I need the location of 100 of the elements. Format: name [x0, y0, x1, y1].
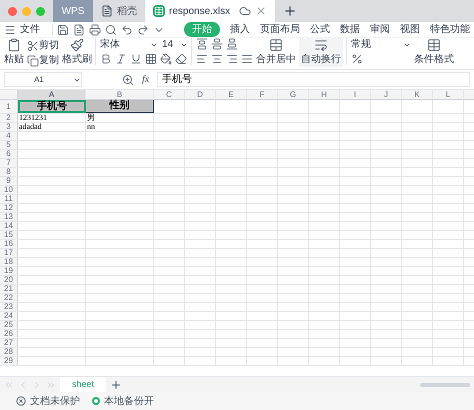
new-tab-icon[interactable] — [283, 4, 297, 18]
align-bottom-icon[interactable] — [226, 38, 238, 50]
ribbon-tab[interactable]: 数据 — [340, 22, 360, 37]
horizontal-scrollbar[interactable] — [420, 382, 470, 386]
column-header[interactable]: J — [371, 90, 402, 99]
ribbon-tab[interactable]: 插入 — [230, 22, 250, 37]
wrap-text-icon[interactable] — [314, 38, 328, 52]
row-header[interactable]: 5 — [0, 141, 18, 149]
row-header[interactable]: 11 — [0, 195, 18, 203]
row-header[interactable]: 29 — [0, 357, 18, 365]
menu-icon[interactable] — [4, 24, 16, 36]
align-center-icon[interactable] — [211, 53, 223, 65]
row-header[interactable]: 28 — [0, 348, 18, 356]
row-header[interactable]: 27 — [0, 339, 18, 347]
paste-icon[interactable] — [7, 38, 21, 52]
ribbon-tab[interactable]: 开始 — [184, 22, 220, 37]
align-middle-icon[interactable] — [211, 38, 223, 50]
row-header[interactable]: 10 — [0, 186, 18, 194]
formula-field[interactable]: 手机号 — [157, 72, 470, 87]
row-header[interactable]: 13 — [0, 213, 18, 221]
number-format-dropdown[interactable]: 常规 — [351, 38, 411, 51]
window-tab[interactable]: WPS — [53, 0, 93, 22]
table-cell[interactable]: 性别 — [86, 100, 154, 113]
row-header[interactable]: 4 — [0, 132, 18, 140]
row-header[interactable]: 8 — [0, 168, 18, 176]
fill-color-icon[interactable] — [160, 53, 172, 65]
undo-icon[interactable] — [121, 24, 133, 36]
row-header[interactable]: 16 — [0, 240, 18, 248]
row-header[interactable]: 7 — [0, 159, 18, 167]
row-header[interactable]: 6 — [0, 150, 18, 158]
align-top-icon[interactable] — [196, 38, 208, 50]
window-tab[interactable]: response.xlsx — [145, 0, 275, 22]
conditional-format-button[interactable]: 条件格式 — [414, 52, 454, 67]
border-icon[interactable] — [145, 53, 157, 65]
ribbon-tab[interactable]: 页面布局 — [260, 22, 300, 37]
justify-icon[interactable] — [241, 53, 253, 65]
backup-status[interactable]: 本地备份开 — [104, 394, 154, 408]
row-header[interactable]: 18 — [0, 258, 18, 266]
paste-button[interactable]: 粘贴 — [4, 52, 24, 67]
copy-button[interactable]: 复制 — [39, 53, 59, 68]
column-header[interactable]: D — [185, 90, 216, 99]
row-header[interactable]: 2 — [0, 114, 18, 122]
sheet-tab[interactable]: sheet — [60, 377, 106, 392]
table-cell[interactable]: 手机号 — [18, 100, 86, 113]
row-header[interactable]: 24 — [0, 312, 18, 320]
font-size-dropdown[interactable]: 14 — [162, 38, 188, 51]
redo-icon[interactable] — [137, 24, 149, 36]
column-header[interactable]: B — [86, 90, 154, 99]
column-header[interactable]: I — [340, 90, 371, 99]
cut-button[interactable]: 剪切 — [39, 38, 59, 53]
format-painter-icon[interactable] — [70, 38, 84, 52]
eraser-icon[interactable] — [175, 53, 187, 65]
align-left-icon[interactable] — [196, 53, 208, 65]
ribbon-tab[interactable]: 特色功能 — [430, 22, 470, 37]
row-header[interactable]: 1 — [0, 100, 18, 113]
column-header[interactable]: F — [247, 90, 278, 99]
column-header[interactable]: L — [433, 90, 464, 99]
font-dropdown[interactable]: 宋体 — [100, 38, 158, 51]
ribbon-tab[interactable]: 公式 — [310, 22, 330, 37]
row-header[interactable]: 20 — [0, 276, 18, 284]
percent-icon[interactable] — [351, 53, 363, 65]
preview-icon[interactable] — [105, 24, 117, 36]
merge-center-button[interactable]: 合并居中 — [256, 52, 296, 67]
cut-icon[interactable] — [27, 40, 39, 52]
ribbon-tab[interactable]: 视图 — [400, 22, 420, 37]
add-sheet-icon[interactable] — [110, 378, 122, 390]
table-cell[interactable]: 1231231 — [18, 114, 86, 122]
row-header[interactable]: 3 — [0, 123, 18, 131]
column-header[interactable]: A — [18, 90, 86, 99]
file-menu[interactable]: 文件 — [20, 22, 40, 37]
format-painter-button[interactable]: 格式刷 — [62, 52, 92, 67]
row-header[interactable]: 26 — [0, 330, 18, 338]
merge-icon[interactable] — [269, 38, 283, 52]
function-label[interactable]: fx — [142, 72, 150, 87]
column-header[interactable]: K — [402, 90, 433, 99]
row-header[interactable]: 19 — [0, 267, 18, 275]
row-header[interactable]: 15 — [0, 231, 18, 239]
row-header[interactable]: 23 — [0, 303, 18, 311]
conditional-format-icon[interactable] — [427, 38, 441, 52]
row-header[interactable]: 17 — [0, 249, 18, 257]
column-header[interactable]: C — [154, 90, 185, 99]
table-cell[interactable]: 男 — [86, 114, 154, 122]
save-icon[interactable] — [57, 24, 69, 36]
row-header[interactable]: 22 — [0, 294, 18, 302]
window-tab[interactable]: 稻壳 — [93, 0, 145, 22]
print-icon[interactable] — [89, 24, 101, 36]
row-header[interactable]: 14 — [0, 222, 18, 230]
ribbon-tab[interactable]: 审阅 — [370, 22, 390, 37]
column-header[interactable]: E — [216, 90, 247, 99]
name-box[interactable]: A1 — [4, 72, 82, 87]
column-header[interactable]: H — [309, 90, 340, 99]
row-header[interactable]: 21 — [0, 285, 18, 293]
export-icon[interactable] — [73, 24, 85, 36]
table-cell[interactable]: adadad — [18, 123, 86, 131]
table-cell[interactable]: nn — [86, 123, 154, 131]
column-header[interactable]: G — [278, 90, 309, 99]
row-header[interactable]: 9 — [0, 177, 18, 185]
zoom-icon[interactable] — [122, 74, 134, 86]
protection-status[interactable]: 文档未保护 — [30, 394, 80, 408]
close-icon[interactable] — [255, 5, 267, 17]
